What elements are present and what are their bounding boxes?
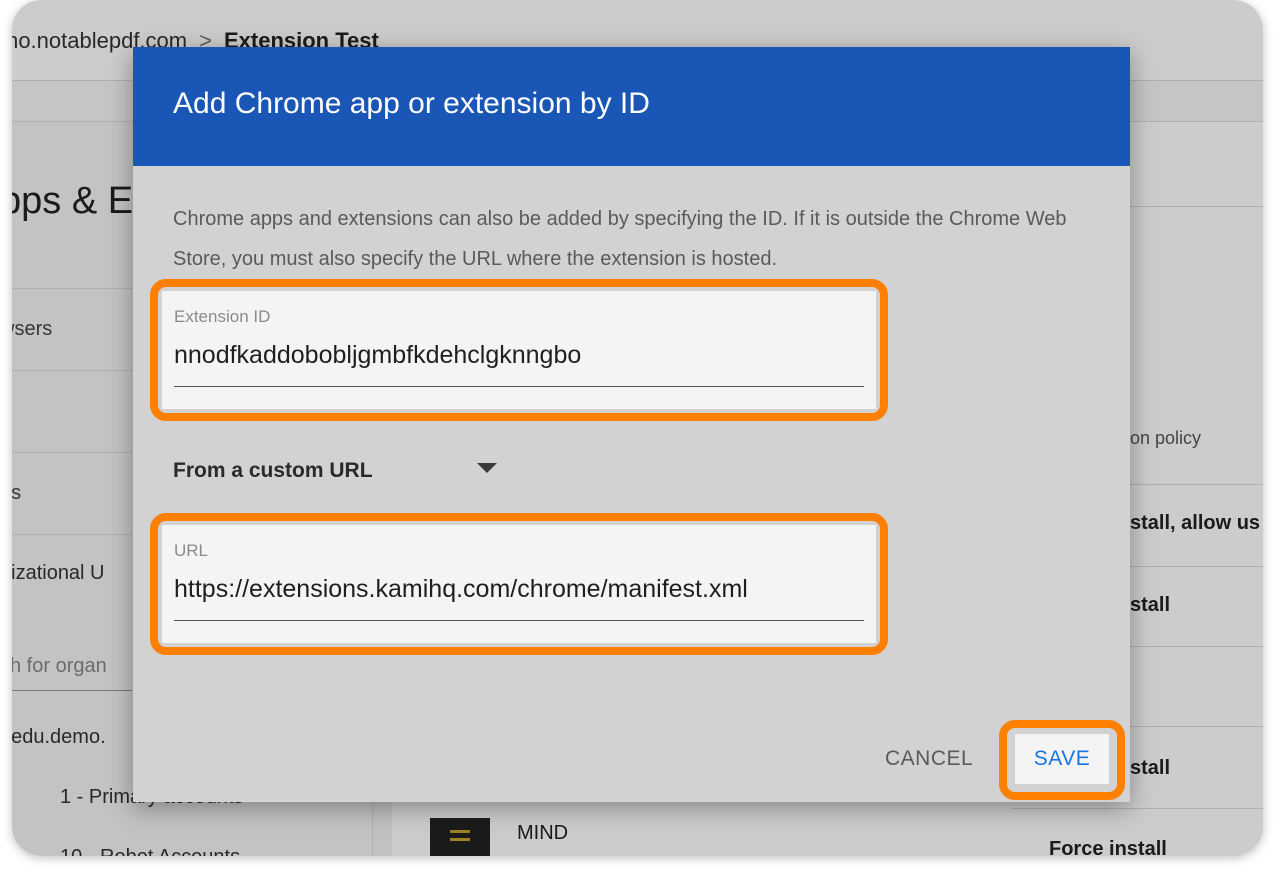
extension-id-field[interactable]: Extension ID nnodfkaddobobljgmbfkdehclgk… <box>162 291 876 409</box>
screenshot-frame: mo.notablepdf.com>Extension Test S pps &… <box>12 0 1263 856</box>
dialog-header: Add Chrome app or extension by ID <box>133 47 1130 166</box>
extension-id-underline <box>174 386 864 387</box>
save-button[interactable]: SAVE <box>1015 734 1109 784</box>
cancel-button[interactable]: CANCEL <box>873 737 985 781</box>
caret-down-icon <box>477 463 497 473</box>
extension-id-input[interactable]: nnodfkaddobobljgmbfkdehclgknngbo <box>174 341 581 370</box>
url-label: URL <box>174 541 209 560</box>
url-field[interactable]: URL https://extensions.kamihq.com/chrome… <box>162 525 876 643</box>
source-select-value: From a custom URL <box>173 459 373 482</box>
url-underline <box>174 620 864 621</box>
url-input[interactable]: https://extensions.kamihq.com/chrome/man… <box>174 575 748 604</box>
extension-id-label: Extension ID <box>174 307 271 326</box>
dialog-description: Chrome apps and extensions can also be a… <box>173 208 1067 270</box>
add-extension-dialog: Add Chrome app or extension by ID Chrome… <box>133 47 1130 802</box>
source-select[interactable]: From a custom URL <box>173 452 513 492</box>
dialog-title: Add Chrome app or extension by ID <box>173 87 650 120</box>
